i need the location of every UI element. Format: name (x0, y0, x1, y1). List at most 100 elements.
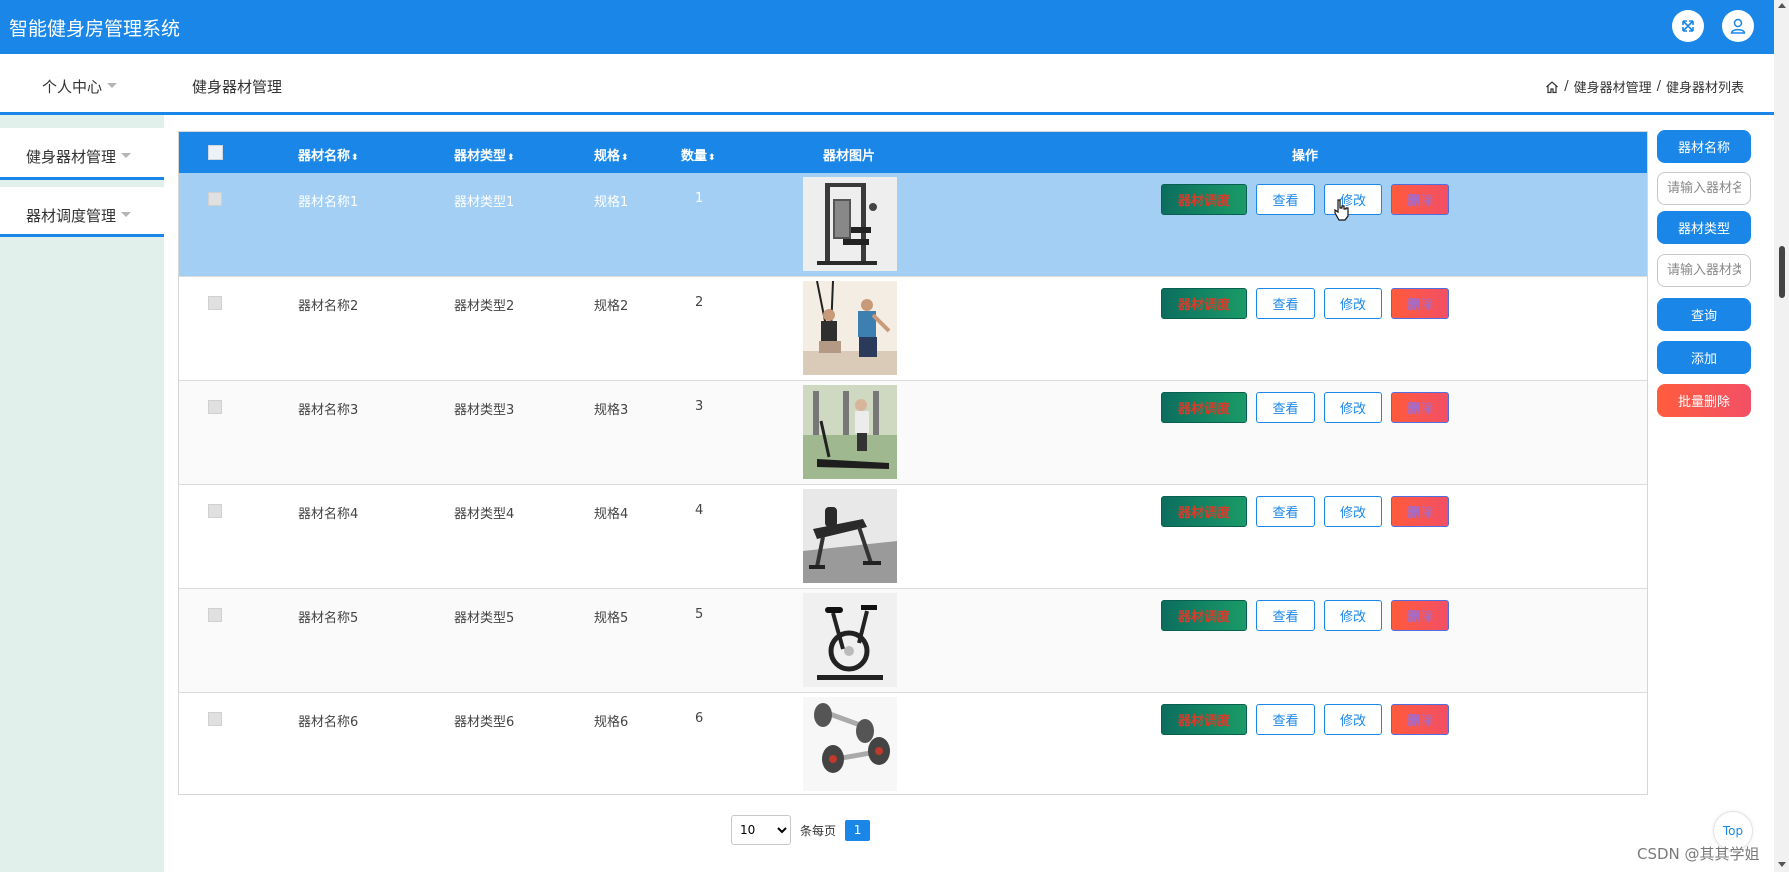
dispatch-button[interactable]: 器材调度 (1161, 600, 1247, 631)
batch-delete-button[interactable]: 批量删除 (1657, 384, 1751, 417)
column-header-label: 器材类型 (454, 149, 507, 164)
watermark: CSDN @其其学姐 (1637, 845, 1760, 863)
sidebar-item-equipment[interactable]: 健身器材管理 (0, 128, 164, 180)
edit-button[interactable]: 修改 (1324, 288, 1382, 319)
cell-qty: 3 (695, 399, 704, 414)
cell-qty: 2 (695, 295, 704, 310)
cell-spec: 规格1 (594, 195, 629, 210)
delete-button[interactable]: 删除 (1391, 704, 1449, 735)
dispatch-button[interactable]: 器材调度 (1161, 704, 1247, 735)
delete-button[interactable]: 删除 (1391, 496, 1449, 527)
dispatch-button[interactable]: 器材调度 (1161, 496, 1247, 527)
cell-type: 器材类型6 (454, 715, 515, 730)
delete-button[interactable]: 删除 (1391, 184, 1449, 215)
type-search-input[interactable] (1657, 254, 1751, 287)
table-row[interactable]: 器材名称3 器材类型3 规格3 3 器材调度 查看 修改 删除 (179, 381, 1647, 485)
equipment-image-home-gym[interactable] (803, 177, 897, 271)
equipment-image-suspension-trainer[interactable] (803, 281, 897, 375)
mouse-cursor-icon (1334, 199, 1349, 221)
dispatch-button[interactable]: 器材调度 (1161, 288, 1247, 319)
edit-button[interactable]: 修改 (1324, 704, 1382, 735)
user-button[interactable] (1722, 10, 1754, 42)
cell-name: 器材名称5 (298, 611, 359, 626)
cell-qty: 4 (695, 503, 704, 518)
column-header-label: 规格 (594, 149, 621, 164)
column-header-spec[interactable]: 规格⬍ (594, 145, 629, 164)
edit-button[interactable]: 修改 (1324, 392, 1382, 423)
row-checkbox[interactable] (208, 192, 222, 206)
sidebar: 健身器材管理 器材调度管理 (0, 115, 164, 872)
page-number-current[interactable]: 1 (845, 819, 871, 841)
cell-type: 器材类型3 (454, 403, 515, 418)
query-button[interactable]: 查询 (1657, 298, 1751, 331)
view-button[interactable]: 查看 (1256, 288, 1315, 319)
edit-button[interactable]: 修改 (1324, 496, 1382, 527)
personal-center-label: 个人中心 (42, 78, 103, 96)
breadcrumb: / 健身器材管理 / 健身器材列表 (1545, 77, 1744, 96)
scroll-up-icon[interactable] (1778, 3, 1786, 8)
caret-down-icon (121, 212, 132, 217)
row-checkbox[interactable] (208, 296, 222, 310)
cell-qty: 6 (695, 711, 704, 726)
breadcrumb-item-module[interactable]: 健身器材管理 (1574, 77, 1652, 96)
row-checkbox[interactable] (208, 608, 222, 622)
cell-type: 器材类型5 (454, 611, 515, 626)
cell-name: 器材名称4 (298, 507, 359, 522)
pagination: 10 条每页 1 (731, 815, 871, 845)
table-row[interactable]: 器材名称6 器材类型6 规格6 6 器材调度 查看 修改 删除 (179, 693, 1647, 797)
table-row[interactable]: 器材名称1 器材类型1 规格1 1 器材调度 查看 修改 删除 (179, 173, 1647, 277)
view-button[interactable]: 查看 (1256, 600, 1315, 631)
row-checkbox[interactable] (208, 504, 222, 518)
select-all-checkbox[interactable] (208, 145, 223, 160)
personal-center-menu[interactable]: 个人中心 (42, 76, 118, 97)
cell-qty: 1 (695, 191, 704, 206)
sidebar-item-dispatch[interactable]: 器材调度管理 (0, 187, 164, 237)
name-filter-label[interactable]: 器材名称 (1657, 130, 1751, 163)
dispatch-button[interactable]: 器材调度 (1161, 392, 1247, 423)
column-header-image: 器材图片 (823, 149, 876, 164)
edit-button[interactable]: 修改 (1324, 600, 1382, 631)
equipment-image-treadmill[interactable] (803, 385, 897, 479)
cell-name: 器材名称2 (298, 299, 359, 314)
view-button[interactable]: 查看 (1256, 392, 1315, 423)
column-header-type[interactable]: 器材类型⬍ (454, 145, 515, 164)
type-filter-label[interactable]: 器材类型 (1657, 211, 1751, 244)
sort-icon[interactable]: ⬍ (621, 153, 629, 163)
column-header-name[interactable]: 器材名称⬍ (298, 145, 359, 164)
sort-icon[interactable]: ⬍ (351, 153, 359, 163)
table-header: 器材名称⬍ 器材类型⬍ 规格⬍ 数量⬍ 器材图片 操作 (179, 132, 1647, 173)
row-checkbox[interactable] (208, 400, 222, 414)
delete-button[interactable]: 删除 (1391, 392, 1449, 423)
column-header-qty[interactable]: 数量⬍ (681, 145, 716, 164)
fullscreen-button[interactable] (1672, 10, 1704, 42)
equipment-image-spin-bike[interactable] (803, 593, 897, 687)
column-header-label: 数量 (681, 149, 708, 164)
dispatch-button[interactable]: 器材调度 (1161, 184, 1247, 215)
view-button[interactable]: 查看 (1256, 184, 1315, 215)
vertical-scrollbar[interactable] (1774, 0, 1789, 872)
cell-spec: 规格6 (594, 715, 629, 730)
home-icon[interactable] (1545, 80, 1559, 94)
scroll-thumb[interactable] (1779, 246, 1785, 298)
breadcrumb-separator: / (1564, 79, 1569, 94)
view-button[interactable]: 查看 (1256, 496, 1315, 527)
name-search-input[interactable] (1657, 172, 1751, 205)
row-checkbox[interactable] (208, 712, 222, 726)
add-button[interactable]: 添加 (1657, 341, 1751, 374)
page-size-select[interactable]: 10 (731, 815, 791, 845)
delete-button[interactable]: 删除 (1391, 600, 1449, 631)
table-row[interactable]: 器材名称4 器材类型4 规格4 4 器材调度 查看 修改 删除 (179, 485, 1647, 589)
delete-button[interactable]: 删除 (1391, 288, 1449, 319)
table-row[interactable]: 器材名称2 器材类型2 规格2 2 器材调度 查看 修改 删除 (179, 277, 1647, 381)
sort-icon[interactable]: ⬍ (708, 153, 716, 163)
equipment-image-dumbbells[interactable] (803, 697, 897, 791)
cell-name: 器材名称6 (298, 715, 359, 730)
table-row[interactable]: 器材名称5 器材类型5 规格5 5 器材调度 查看 修改 删除 (179, 589, 1647, 693)
column-header-actions: 操作 (1292, 149, 1319, 164)
equipment-image-weight-bench[interactable] (803, 489, 897, 583)
fullscreen-icon (1682, 20, 1694, 32)
view-button[interactable]: 查看 (1256, 704, 1315, 735)
cell-spec: 规格3 (594, 403, 629, 418)
scroll-down-icon[interactable] (1778, 862, 1786, 867)
sort-icon[interactable]: ⬍ (507, 153, 515, 163)
